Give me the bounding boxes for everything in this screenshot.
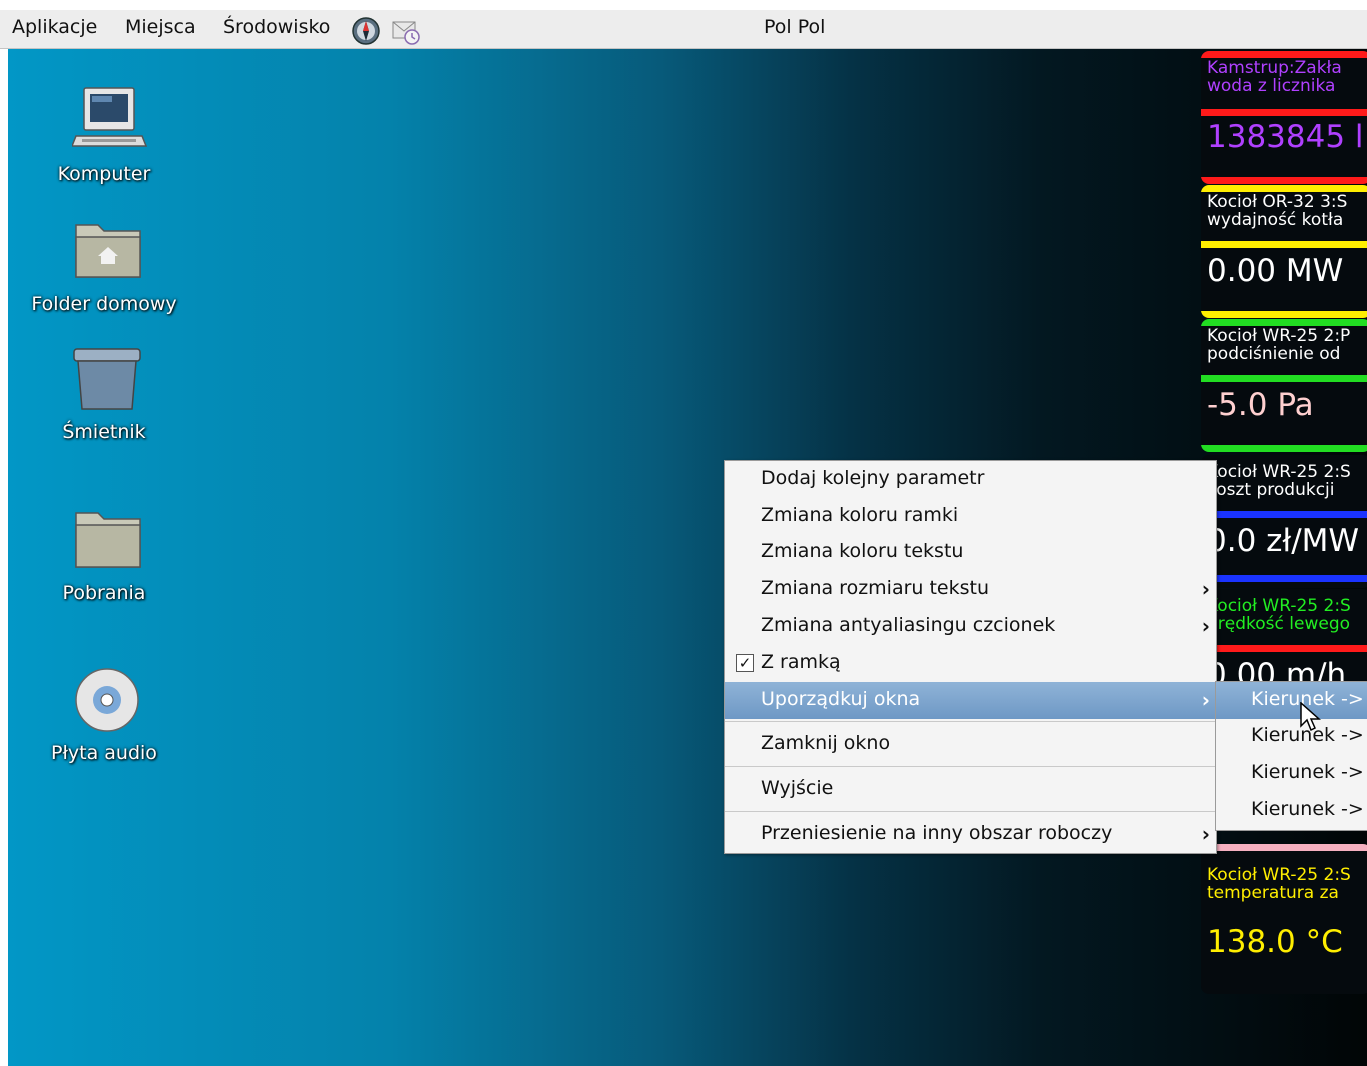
mail-icon[interactable] bbox=[391, 16, 421, 46]
menu-separator bbox=[725, 721, 1216, 722]
menu-with-frame[interactable]: ✓ Z ramką bbox=[725, 645, 1216, 682]
widget-frame-top bbox=[1201, 844, 1367, 851]
desktop-icon-home-folder[interactable]: Folder domowy bbox=[14, 217, 194, 327]
widget-title: Kocioł WR-25 2:S koszt produkcji bbox=[1207, 462, 1351, 500]
widget-frame-bottom bbox=[1201, 445, 1367, 452]
widget-title: Kocioł WR-25 2:P podciśnienie od bbox=[1207, 326, 1351, 364]
menu-exit[interactable]: Wyjście bbox=[725, 771, 1216, 808]
chevron-right-icon: › bbox=[1201, 822, 1210, 846]
chevron-right-icon: › bbox=[1201, 577, 1210, 601]
trash-icon bbox=[73, 348, 141, 410]
desktop-icon-trash[interactable]: Śmietnik bbox=[14, 347, 194, 457]
widget-value: 138.0 °C bbox=[1207, 924, 1343, 960]
home-folder-icon bbox=[75, 224, 141, 278]
cd-icon bbox=[75, 668, 139, 732]
menu-text-color[interactable]: Zmiana koloru tekstu bbox=[725, 534, 1216, 571]
desktop-icon-downloads[interactable]: Pobrania bbox=[14, 509, 194, 619]
widget-water-meter[interactable]: Kamstrup:Zakła woda z licznika 1383845 l bbox=[1201, 51, 1367, 184]
widget-temperature[interactable]: Kocioł WR-25 2:S temperatura za 138.0 °C bbox=[1201, 844, 1367, 994]
desktop-icon-label: Folder domowy bbox=[31, 293, 177, 315]
widget-boiler-power[interactable]: Kocioł OR-32 3:S wydajność kotła 0.00 MW bbox=[1201, 185, 1367, 318]
computer-icon bbox=[72, 87, 148, 147]
chevron-right-icon: › bbox=[1201, 614, 1210, 638]
widget-frame-bottom bbox=[1201, 575, 1367, 582]
desktop-icon-computer[interactable]: Komputer bbox=[14, 84, 194, 194]
menu-arrange-windows[interactable]: Uporządkuj okna › bbox=[725, 682, 1216, 719]
user-name[interactable]: Pol Pol bbox=[764, 16, 825, 38]
menu-add-parameter[interactable]: Dodaj kolejny parametr bbox=[725, 461, 1216, 498]
desktop-icon-label: Płyta audio bbox=[51, 742, 157, 764]
menu-antialiasing[interactable]: Zmiana antyaliasingu czcionek › bbox=[725, 608, 1216, 645]
compass-icon[interactable] bbox=[351, 16, 381, 46]
widget-title: Kocioł WR-25 2:S temperatura za bbox=[1207, 865, 1351, 903]
widget-frame-mid bbox=[1201, 375, 1367, 382]
widget-title: Kocioł WR-25 2:S prędkość lewego bbox=[1207, 596, 1351, 634]
mouse-cursor-icon bbox=[1300, 702, 1321, 732]
widget-frame-mid bbox=[1201, 241, 1367, 248]
desktop-icon-audio-cd[interactable]: Płyta audio bbox=[14, 667, 194, 777]
widget-frame-top bbox=[1201, 51, 1367, 58]
widget-value: 0.0 zł/MW bbox=[1207, 523, 1360, 559]
widget-frame-mid bbox=[1201, 109, 1367, 116]
widget-production-cost[interactable]: Kocioł WR-25 2:S koszt produkcji 0.0 zł/M… bbox=[1201, 455, 1367, 588]
desktop-icon-label: Komputer bbox=[57, 163, 151, 185]
widget-frame-bottom bbox=[1201, 177, 1367, 184]
widget-value: 1383845 l bbox=[1207, 119, 1364, 155]
desktop-icon-label: Śmietnik bbox=[62, 421, 146, 443]
widget-title: Kocioł OR-32 3:S wydajność kotła bbox=[1207, 192, 1348, 230]
menu-close-window[interactable]: Zamknij okno bbox=[725, 726, 1216, 763]
menu-frame-color[interactable]: Zmiana koloru ramki bbox=[725, 498, 1216, 535]
widget-value: -5.0 Pa bbox=[1207, 387, 1314, 423]
widget-frame-top bbox=[1201, 185, 1367, 192]
menu-system[interactable]: Środowisko bbox=[223, 16, 330, 38]
widget-value: 0.00 MW bbox=[1207, 253, 1344, 289]
submenu-direction-4[interactable]: Kierunek -> bbox=[1216, 792, 1367, 829]
widget-title: Kamstrup:Zakła woda z licznika bbox=[1207, 58, 1342, 96]
menu-applications[interactable]: Aplikacje bbox=[12, 16, 97, 38]
widget-frame-bottom bbox=[1201, 311, 1367, 318]
submenu-arrange: Kierunek -> Kierunek -> Kierunek -> Kier… bbox=[1215, 681, 1367, 831]
top-panel: Aplikacje Miejsca Środowisko Pol Pol bbox=[0, 10, 1367, 49]
submenu-direction-3[interactable]: Kierunek -> bbox=[1216, 755, 1367, 792]
menu-move-workspace[interactable]: Przeniesienie na inny obszar roboczy › bbox=[725, 816, 1216, 853]
menu-text-size[interactable]: Zmiana rozmiaru tekstu › bbox=[725, 571, 1216, 608]
chevron-right-icon: › bbox=[1201, 688, 1210, 712]
submenu-direction-2[interactable]: Kierunek -> bbox=[1216, 718, 1367, 755]
checkbox-checked-icon[interactable]: ✓ bbox=[736, 654, 754, 672]
context-menu: Dodaj kolejny parametr Zmiana koloru ram… bbox=[724, 460, 1217, 854]
desktop-icon-label: Pobrania bbox=[62, 582, 146, 604]
widget-frame-top bbox=[1201, 319, 1367, 326]
menu-separator bbox=[725, 766, 1216, 767]
widget-frame-mid bbox=[1201, 511, 1367, 518]
folder-icon bbox=[75, 512, 141, 568]
widget-underpressure[interactable]: Kocioł WR-25 2:P podciśnienie od -5.0 Pa bbox=[1201, 319, 1367, 452]
submenu-direction-1[interactable]: Kierunek -> bbox=[1216, 682, 1367, 719]
menu-places[interactable]: Miejsca bbox=[125, 16, 196, 38]
menu-separator bbox=[725, 811, 1216, 812]
widget-frame-mid bbox=[1201, 645, 1367, 652]
